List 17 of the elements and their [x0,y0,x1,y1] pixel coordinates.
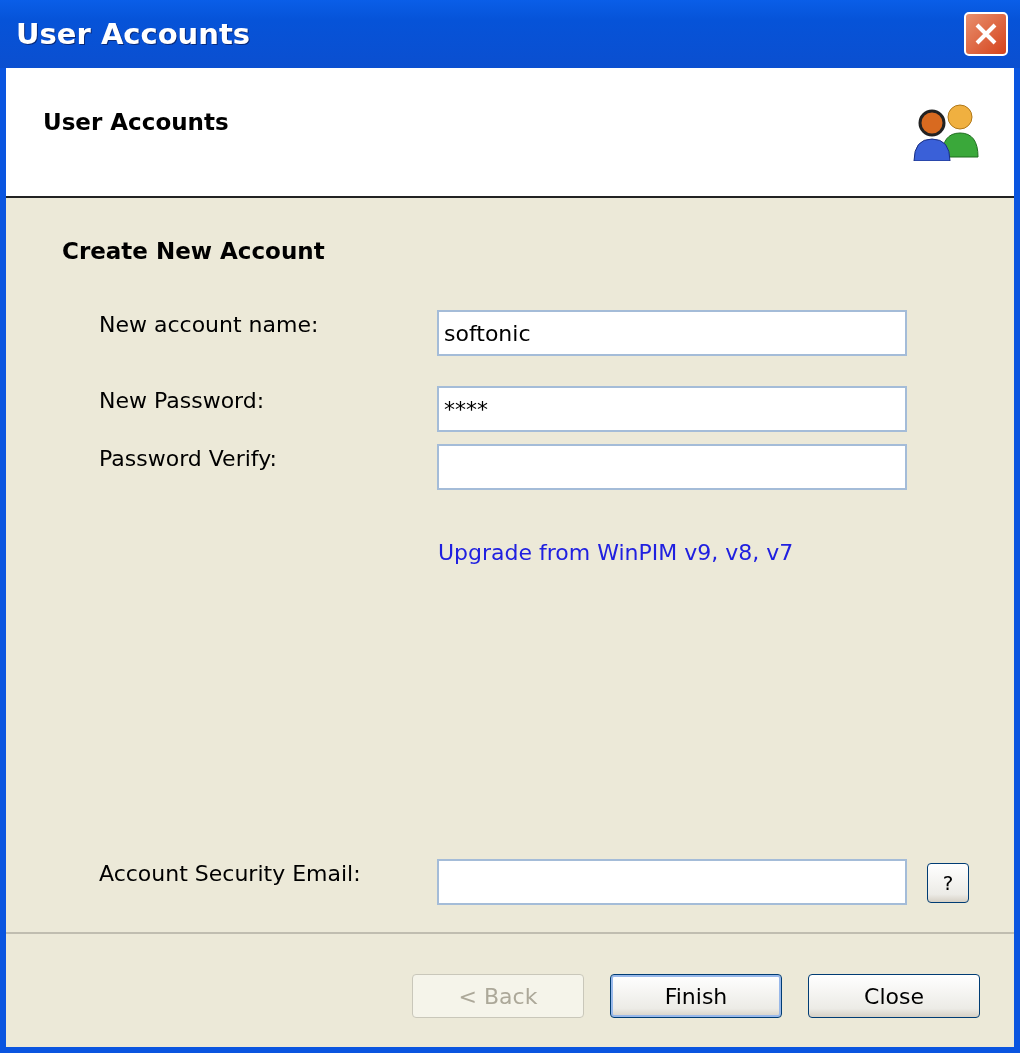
section-title: Create New Account [62,238,326,264]
text-field[interactable]: **** [437,386,907,432]
close-icon [973,21,999,47]
close-button[interactable] [964,12,1008,56]
field-label: Account Security Email: [99,860,362,886]
header-title: User Accounts [43,109,229,135]
wizard-button[interactable]: Close [808,974,980,1018]
field-label: New account name: [99,311,320,337]
text-field[interactable]: softonic [437,310,907,356]
help-button[interactable]: ? [927,863,969,903]
wizard-button[interactable]: Finish [610,974,782,1018]
field-label: New Password: [99,387,266,413]
text-field[interactable] [437,859,907,905]
upgrade-link[interactable]: Upgrade from WinPIM v9, v8, v7 [438,540,794,565]
window-title: User Accounts [16,17,251,51]
field-label: Password Verify: [99,445,278,471]
text-field[interactable] [437,444,907,490]
